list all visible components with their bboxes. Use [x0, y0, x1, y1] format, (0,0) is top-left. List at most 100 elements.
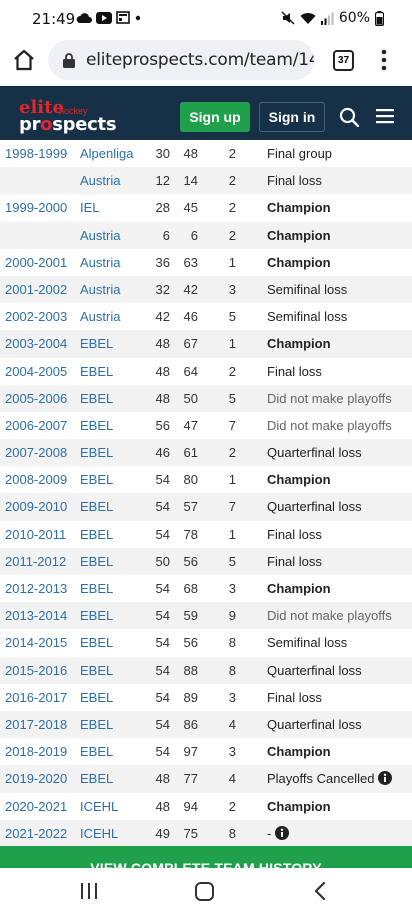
signal-icon — [320, 12, 334, 25]
season-link[interactable]: 2003-2004 — [5, 330, 67, 357]
info-icon[interactable] — [275, 825, 290, 840]
postseason-cell: Final loss — [267, 548, 322, 575]
season-link[interactable]: 2005-2006 — [5, 385, 67, 412]
league-link[interactable]: EBEL — [80, 575, 113, 602]
season-link[interactable]: 2010-2011 — [5, 521, 66, 548]
games-played-cell: 54 — [155, 526, 170, 542]
league-link[interactable]: ICEHL — [80, 820, 118, 847]
league-link[interactable]: EBEL — [80, 358, 113, 385]
position-cell: 2 — [228, 363, 236, 379]
season-link[interactable]: 2015-2016 — [5, 657, 67, 684]
team-history-table: 1998-1999 Alpenliga 30 48 2 Final group Austri… — [0, 140, 412, 847]
games-played-cell: 56 — [155, 417, 170, 433]
season-link[interactable]: 2012-2013 — [5, 575, 67, 602]
season-link[interactable]: 2001-2002 — [5, 276, 67, 303]
season-link[interactable]: 2006-2007 — [5, 412, 67, 439]
league-link[interactable]: EBEL — [80, 439, 113, 466]
season-link[interactable]: 2000-2001 — [5, 249, 67, 276]
league-link[interactable]: EBEL — [80, 765, 113, 792]
status-bar: 21:49 60% — [0, 0, 412, 36]
table-row: 2004-2005 EBEL 48 64 2 Final loss — [0, 357, 412, 385]
season-link[interactable]: 2016-2017 — [5, 684, 67, 711]
league-link[interactable]: EBEL — [80, 493, 113, 520]
table-row: 2014-2015 EBEL 54 56 8 Semifinal loss — [0, 629, 412, 657]
league-link[interactable]: Alpenliga — [80, 140, 134, 167]
home-icon[interactable] — [12, 48, 36, 72]
search-icon[interactable] — [339, 107, 359, 127]
season-link[interactable]: 2018-2019 — [5, 738, 67, 765]
menu-icon[interactable] — [376, 108, 394, 124]
tab-switcher-button[interactable]: 37 — [333, 50, 354, 71]
league-link[interactable]: Austria — [80, 249, 120, 276]
points-cell: 46 — [183, 309, 198, 325]
postseason-cell: Final loss — [267, 521, 322, 548]
season-link[interactable]: 2020-2021 — [5, 793, 67, 820]
postseason-cell: Quarterfinal loss — [267, 657, 362, 684]
table-row: Austria 6 6 2 Champion — [0, 221, 412, 249]
league-link[interactable]: EBEL — [80, 738, 113, 765]
sign-in-button[interactable]: Sign in — [259, 102, 325, 132]
postseason-text: Quarterfinal loss — [267, 716, 362, 732]
league-link[interactable]: EBEL — [80, 684, 113, 711]
info-icon[interactable] — [378, 771, 393, 786]
league-link[interactable]: Austria — [80, 276, 120, 303]
season-link[interactable]: 2008-2009 — [5, 466, 67, 493]
points-cell: 94 — [183, 798, 198, 814]
sign-up-button[interactable]: Sign up — [180, 102, 250, 132]
league-link[interactable]: Austria — [80, 222, 120, 249]
table-row: 2009-2010 EBEL 54 57 7 Quarterfinal loss — [0, 493, 412, 521]
league-link[interactable]: EBEL — [80, 521, 113, 548]
postseason-text: Final loss — [267, 526, 322, 542]
address-bar[interactable]: eliteprospects.com/team/147/ — [48, 40, 314, 80]
season-link[interactable]: 2021-2022 — [5, 820, 67, 847]
season-link[interactable]: 1999-2000 — [5, 194, 67, 221]
games-played-cell: 48 — [155, 363, 170, 379]
season-link[interactable]: 2002-2003 — [5, 303, 67, 330]
season-link[interactable]: 1998-1999 — [5, 140, 67, 167]
logo-elite-text: elite — [19, 97, 64, 118]
postseason-text: Playoffs Cancelled — [267, 771, 375, 787]
league-link[interactable]: EBEL — [80, 629, 113, 656]
table-row: 2005-2006 EBEL 48 50 5 Did not make playoffs — [0, 384, 412, 412]
season-link[interactable]: 2004-2005 — [5, 358, 67, 385]
eliteprospects-logo[interactable]: elite hockey prospects — [19, 97, 117, 134]
league-link[interactable]: EBEL — [80, 385, 113, 412]
season-link[interactable]: 2017-2018 — [5, 711, 67, 738]
home-button-icon[interactable] — [195, 882, 214, 901]
season-link[interactable]: 2014-2015 — [5, 629, 67, 656]
table-row: 2010-2011 EBEL 54 78 1 Final loss — [0, 520, 412, 548]
league-link[interactable]: EBEL — [80, 466, 113, 493]
season-link[interactable]: 2019-2020 — [5, 765, 67, 792]
season-link[interactable]: 2009-2010 — [5, 493, 67, 520]
league-link[interactable]: EBEL — [80, 412, 113, 439]
table-row: 2001-2002 Austria 32 42 3 Semifinal loss — [0, 275, 412, 304]
table-row: 2019-2020 EBEL 48 77 4 Playoffs Cancelled — [0, 765, 412, 793]
points-cell: 6 — [190, 227, 198, 243]
league-link[interactable]: Austria — [80, 167, 120, 194]
postseason-text: Semifinal loss — [267, 309, 348, 325]
league-link[interactable]: IEL — [80, 194, 100, 221]
league-link[interactable]: EBEL — [80, 548, 113, 575]
season-link[interactable]: 2013-2014 — [5, 602, 67, 629]
league-link[interactable]: EBEL — [80, 657, 113, 684]
back-icon[interactable] — [313, 882, 327, 900]
postseason-cell: Final loss — [267, 358, 322, 385]
season-link[interactable]: 2011-2012 — [5, 548, 66, 575]
recent-apps-icon[interactable] — [80, 882, 98, 900]
postseason-cell: Champion — [267, 575, 331, 602]
league-link[interactable]: EBEL — [80, 330, 113, 357]
league-link[interactable]: EBEL — [80, 711, 113, 738]
position-cell: 1 — [228, 472, 236, 488]
league-link[interactable]: ICEHL — [80, 793, 118, 820]
view-complete-team-history-button[interactable]: VIEW COMPLETE TEAM HISTORY — [0, 846, 412, 868]
league-link[interactable]: EBEL — [80, 602, 113, 629]
season-link[interactable]: 2007-2008 — [5, 439, 67, 466]
position-cell: 2 — [228, 173, 236, 189]
points-cell: 48 — [183, 146, 198, 161]
more-options-icon[interactable] — [380, 48, 388, 72]
games-played-cell: 42 — [155, 309, 170, 325]
postseason-text: Final loss — [267, 173, 322, 189]
league-link[interactable]: Austria — [80, 303, 120, 330]
games-played-cell: 48 — [155, 390, 170, 406]
points-cell: 86 — [183, 716, 198, 732]
